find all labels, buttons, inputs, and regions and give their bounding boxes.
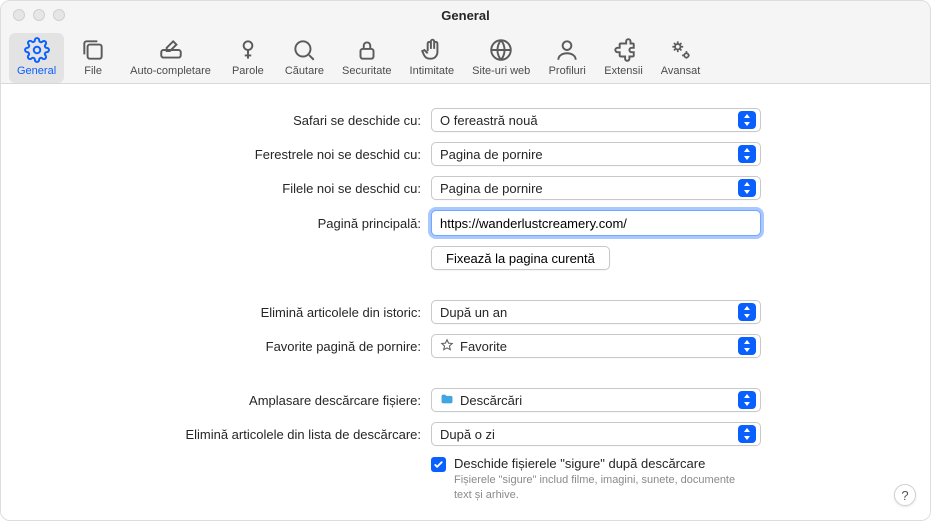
tab-label: File	[84, 65, 102, 77]
open-safe-files-label: Deschide fișierele "sigure" după descărc…	[454, 456, 754, 471]
tab-label: Avansat	[661, 65, 701, 77]
tab-label: Parole	[232, 65, 264, 77]
popup-new-windows-open-with[interactable]: Pagina de pornire	[431, 142, 761, 166]
tab-general[interactable]: General	[9, 33, 64, 83]
minimize-button[interactable]	[33, 9, 45, 21]
set-current-page-button[interactable]: Fixează la pagina curentă	[431, 246, 610, 270]
help-button[interactable]: ?	[894, 484, 916, 506]
close-button[interactable]	[13, 9, 25, 21]
tab-label: Extensii	[604, 65, 643, 77]
tab-label: Căutare	[285, 65, 324, 77]
popup-favorites-start[interactable]: Favorite	[431, 334, 761, 358]
open-safe-files-subtext: Fișierele "sigure" includ filme, imagini…	[454, 473, 754, 503]
label-new-tabs: Filele noi se deschid cu:	[41, 181, 431, 196]
popup-download-location[interactable]: Descărcări	[431, 388, 761, 412]
popup-value: Descărcări	[440, 392, 738, 409]
folder-icon	[440, 392, 454, 409]
popup-remove-history[interactable]: După un an	[431, 300, 761, 324]
general-pane: Safari se deschide cu: O fereastră nouă …	[1, 84, 930, 520]
search-icon	[291, 37, 317, 63]
popup-value: După o zi	[440, 427, 738, 442]
tab-extensions[interactable]: Extensii	[596, 33, 651, 83]
tab-label: Site-uri web	[472, 65, 530, 77]
tab-file[interactable]: File	[66, 33, 120, 83]
tab-advanced[interactable]: Avansat	[653, 33, 709, 83]
label-homepage: Pagină principală:	[41, 216, 431, 231]
label-safari-opens: Safari se deschide cu:	[41, 113, 431, 128]
window-title: General	[441, 8, 489, 23]
open-safe-files-checkbox[interactable]	[431, 457, 446, 472]
popup-safari-opens-with[interactable]: O fereastră nouă	[431, 108, 761, 132]
chevron-updown-icon	[738, 337, 756, 355]
popup-value: Favorite	[440, 338, 738, 355]
tab-passwords[interactable]: Parole	[221, 33, 275, 83]
popup-new-tabs-open-with[interactable]: Pagina de pornire	[431, 176, 761, 200]
puzzle-icon	[611, 37, 637, 63]
tab-profiles[interactable]: Profiluri	[540, 33, 594, 83]
chevron-updown-icon	[738, 391, 756, 409]
tab-label: Profiluri	[549, 65, 586, 77]
person-icon	[554, 37, 580, 63]
homepage-input[interactable]	[431, 210, 761, 236]
chevron-updown-icon	[738, 179, 756, 197]
tab-label: Securitate	[342, 65, 392, 77]
popup-value: După un an	[440, 305, 738, 320]
chevron-updown-icon	[738, 303, 756, 321]
popup-remove-downloads[interactable]: După o zi	[431, 422, 761, 446]
window-controls	[13, 9, 65, 21]
lock-icon	[354, 37, 380, 63]
tab-websites[interactable]: Site-uri web	[464, 33, 538, 83]
popup-value: Pagina de pornire	[440, 181, 738, 196]
tab-autofill[interactable]: Auto-completare	[122, 33, 219, 83]
tab-search[interactable]: Căutare	[277, 33, 332, 83]
label-favorites-start: Favorite pagină de pornire:	[41, 339, 431, 354]
popup-value: Pagina de pornire	[440, 147, 738, 162]
tab-security[interactable]: Securitate	[334, 33, 400, 83]
pencil-field-icon	[158, 37, 184, 63]
tab-privacy[interactable]: Intimitate	[402, 33, 463, 83]
label-download-location: Amplasare descărcare fișiere:	[41, 393, 431, 408]
preferences-window: General General File Auto-completare Par…	[0, 0, 931, 521]
hand-icon	[419, 37, 445, 63]
chevron-updown-icon	[738, 111, 756, 129]
zoom-button[interactable]	[53, 9, 65, 21]
titlebar: General	[1, 1, 930, 29]
tab-label: Intimitate	[410, 65, 455, 77]
label-remove-history: Elimină articolele din istoric:	[41, 305, 431, 320]
chevron-updown-icon	[738, 425, 756, 443]
tabs-icon	[80, 37, 106, 63]
key-icon	[235, 37, 261, 63]
gear-icon	[24, 37, 50, 63]
toolbar-tabs: General File Auto-completare Parole Căut…	[1, 29, 930, 84]
label-remove-downloads: Elimină articolele din lista de descărca…	[41, 427, 431, 442]
chevron-updown-icon	[738, 145, 756, 163]
gears-icon	[668, 37, 694, 63]
tab-label: General	[17, 65, 56, 77]
globe-icon	[488, 37, 514, 63]
label-new-windows: Ferestrele noi se deschid cu:	[41, 147, 431, 162]
tab-label: Auto-completare	[130, 65, 211, 77]
popup-value: O fereastră nouă	[440, 113, 738, 128]
star-icon	[440, 338, 454, 355]
